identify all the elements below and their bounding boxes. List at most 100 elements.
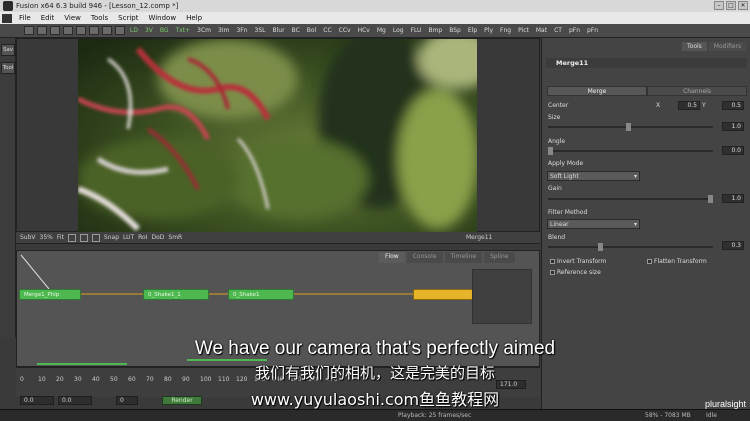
tool-mg[interactable]: Mg xyxy=(375,27,388,34)
node-header[interactable]: Merge11 xyxy=(546,58,747,68)
tool-blur[interactable]: Blur xyxy=(271,27,287,34)
fit-button[interactable]: Fit xyxy=(57,234,64,241)
status-bar: Playback: 25 frames/sec 58% - 7083 MB Id… xyxy=(0,409,750,421)
menu-script[interactable]: Script xyxy=(113,14,143,22)
new-icon[interactable] xyxy=(24,26,34,35)
tool-txt[interactable]: Txt+ xyxy=(174,27,193,34)
title-bar: Fusion x64 6.3 build 946 - [Lesson_12.co… xyxy=(0,0,750,12)
tool-mat[interactable]: Mat xyxy=(534,27,549,34)
inspector-tabs: Tools Modifiers xyxy=(682,42,747,51)
curve-icon[interactable] xyxy=(67,233,76,242)
filter-method-label: Filter Method xyxy=(548,209,588,216)
menu-window[interactable]: Window xyxy=(143,14,181,22)
tool-3im[interactable]: 3Im xyxy=(216,27,231,34)
center-y-label: Y xyxy=(702,102,706,109)
tool-ccv[interactable]: CCv xyxy=(337,27,353,34)
angle-label: Angle xyxy=(548,138,566,145)
tool-bmp[interactable]: Bmp xyxy=(426,27,444,34)
tool-3sl[interactable]: 3SL xyxy=(253,27,268,34)
reference-size-label: Reference size xyxy=(557,269,601,276)
center-x-field[interactable]: 0.5 xyxy=(678,101,700,110)
tab-channels[interactable]: Channels xyxy=(647,86,747,96)
viewer-image[interactable] xyxy=(78,39,477,232)
window-title: Fusion x64 6.3 build 946 - [Lesson_12.co… xyxy=(16,2,179,10)
tool-bol[interactable]: Bol xyxy=(305,27,318,34)
cut-icon[interactable] xyxy=(89,26,99,35)
blend-label: Blend xyxy=(548,234,566,241)
apply-mode-select[interactable]: Soft Light xyxy=(547,171,640,181)
viewer-panel xyxy=(16,38,540,232)
paste-icon[interactable] xyxy=(115,26,125,35)
flatten-transform-checkbox[interactable]: Flatten Transform xyxy=(647,258,707,265)
tool-fng[interactable]: Fng xyxy=(498,27,513,34)
tool-ply[interactable]: Ply xyxy=(482,27,495,34)
sav-button[interactable]: Sav xyxy=(1,44,15,56)
smr-button[interactable]: SmR xyxy=(168,234,182,241)
gain-slider[interactable] xyxy=(548,195,713,203)
tab-modifiers[interactable]: Modifiers xyxy=(708,42,747,51)
zoom-level[interactable]: 35% xyxy=(40,234,53,241)
open-icon[interactable] xyxy=(37,26,47,35)
copy-icon[interactable] xyxy=(102,26,112,35)
tool-bsp[interactable]: BSp xyxy=(447,27,463,34)
tool-hcv[interactable]: HCv xyxy=(356,27,372,34)
roi-button[interactable]: RoI xyxy=(138,234,147,241)
circle-icon[interactable] xyxy=(91,233,100,242)
gain-field[interactable]: 1.0 xyxy=(722,194,744,203)
angle-slider[interactable] xyxy=(548,147,713,155)
node-shake1-1[interactable]: 0_Shake1_1 xyxy=(143,289,209,300)
save-icon[interactable] xyxy=(50,26,60,35)
close-icon[interactable]: ✕ xyxy=(738,1,748,10)
menu-view[interactable]: View xyxy=(59,14,86,22)
tool-bg[interactable]: BG xyxy=(158,27,171,34)
tool-ld[interactable]: LD xyxy=(128,27,140,34)
tool-pfn-2[interactable]: pFn xyxy=(585,27,600,34)
node-merge11-selected[interactable] xyxy=(413,289,473,300)
window-controls: – □ ✕ xyxy=(714,1,748,10)
tool-log[interactable]: Log xyxy=(391,27,406,34)
invert-transform-checkbox[interactable]: Invert Transform xyxy=(550,258,606,265)
maximize-icon[interactable]: □ xyxy=(726,1,736,10)
rectangle-icon[interactable] xyxy=(79,233,88,242)
subview-button[interactable]: SubV xyxy=(20,234,36,241)
menu-help[interactable]: Help xyxy=(181,14,207,22)
center-label: Center xyxy=(548,102,569,109)
tool-elp[interactable]: Elp xyxy=(466,27,479,34)
filter-method-select[interactable]: Linear xyxy=(547,219,640,229)
lut-button[interactable]: LUT xyxy=(123,234,134,241)
center-y-field[interactable]: 0.5 xyxy=(722,101,744,110)
flow-navigator[interactable] xyxy=(472,269,532,324)
menu-edit[interactable]: Edit xyxy=(36,14,60,22)
tool-flu[interactable]: FLU xyxy=(409,27,424,34)
blend-slider[interactable] xyxy=(548,243,713,251)
dod-button[interactable]: DoD xyxy=(151,234,164,241)
tab-merge[interactable]: Merge xyxy=(547,86,647,96)
tool-button[interactable]: Tool xyxy=(1,62,15,74)
blend-field[interactable]: 0.3 xyxy=(722,241,744,250)
tool-pict[interactable]: Pict xyxy=(516,27,531,34)
tool-ct[interactable]: CT xyxy=(552,27,564,34)
tool-3v[interactable]: 3V xyxy=(143,27,155,34)
tool-pfn-1[interactable]: pFn xyxy=(567,27,582,34)
size-field[interactable]: 1.0 xyxy=(722,122,744,131)
tool-cc[interactable]: CC xyxy=(321,27,333,34)
minimize-icon[interactable]: – xyxy=(714,1,724,10)
undo-icon[interactable] xyxy=(63,26,73,35)
angle-field[interactable]: 0.0 xyxy=(722,146,744,155)
size-slider[interactable] xyxy=(548,123,713,131)
memory-status: 58% - 7083 MB xyxy=(645,412,691,419)
reference-size-checkbox[interactable]: Reference size xyxy=(550,269,601,276)
fusion-menu-icon[interactable] xyxy=(2,13,12,23)
snap-button[interactable]: Snap xyxy=(104,234,119,241)
menu-tools[interactable]: Tools xyxy=(86,14,113,22)
idle-status: Idle xyxy=(706,412,717,419)
node-shake1[interactable]: 0_Shake1 xyxy=(228,289,294,300)
tab-tools[interactable]: Tools xyxy=(682,42,707,51)
node-merge1[interactable]: Merge1_Phlp xyxy=(19,289,81,300)
tool-bc[interactable]: BC xyxy=(290,27,302,34)
menu-file[interactable]: File xyxy=(14,14,36,22)
invert-transform-label: Invert Transform xyxy=(557,258,607,265)
tool-3fn[interactable]: 3Fn xyxy=(234,27,249,34)
redo-icon[interactable] xyxy=(76,26,86,35)
tool-3cm[interactable]: 3Cm xyxy=(195,27,213,34)
